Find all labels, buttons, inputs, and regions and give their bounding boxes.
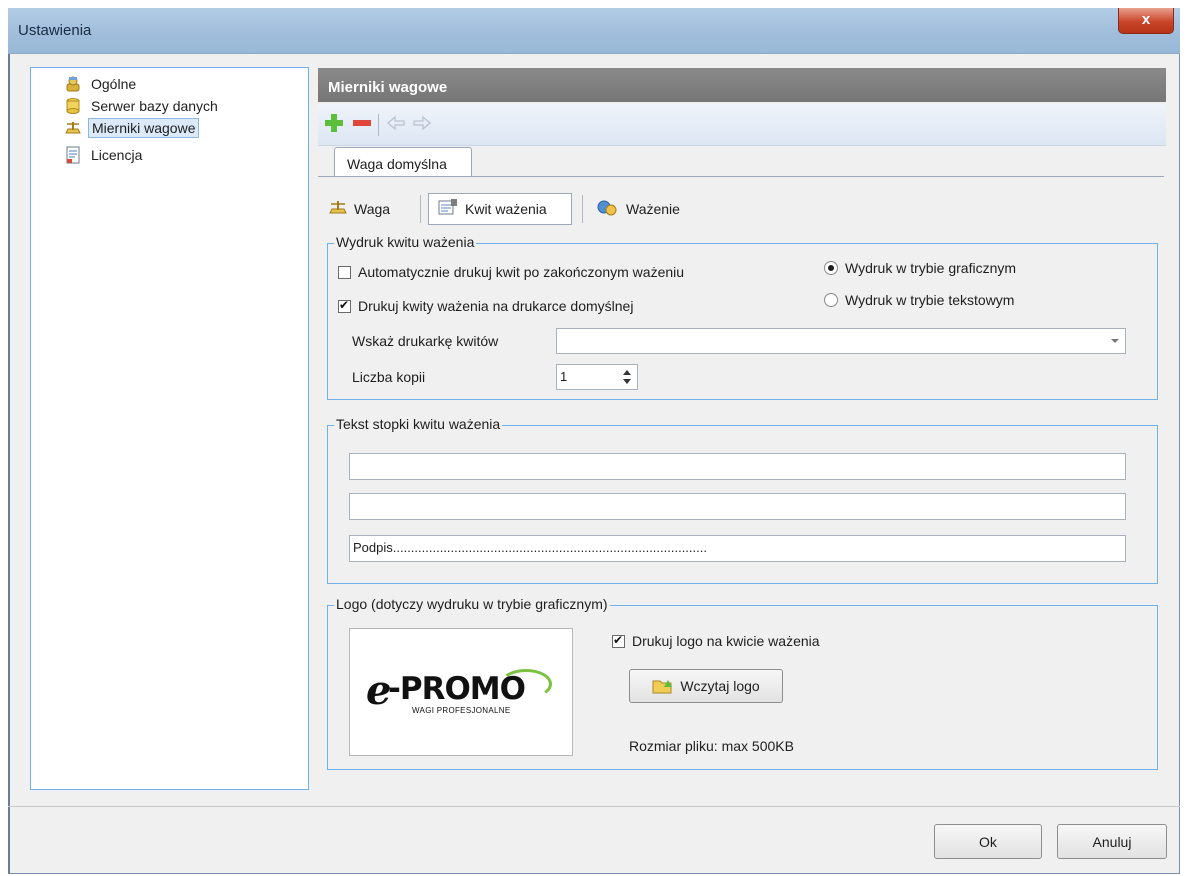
database-icon <box>64 97 82 115</box>
checkbox-label: Drukuj kwity ważenia na drukarce domyśln… <box>358 298 634 314</box>
subtab-weighing[interactable]: Ważenie <box>596 193 706 225</box>
button-label: Wczytaj logo <box>680 678 760 694</box>
subtab-scale[interactable]: Waga <box>326 193 412 225</box>
spinner-icon[interactable] <box>621 368 633 386</box>
settings-tree <box>30 67 309 790</box>
group-legend: Wydruk kwitu ważenia <box>334 234 477 250</box>
checkbox-label: Automatycznie drukuj kwit po zakończonym… <box>358 264 685 280</box>
print-logo-checkbox[interactable]: Drukuj logo na kwicie ważenia <box>612 633 820 649</box>
tree-item-label: Serwer bazy danych <box>91 98 218 114</box>
brand-swoosh-icon <box>500 669 552 699</box>
tree-item-general[interactable]: Ogólne <box>64 74 139 94</box>
section-header: Mierniki wagowe <box>318 68 1166 102</box>
scale-icon <box>64 119 82 137</box>
arrow-left-icon[interactable] <box>384 112 408 136</box>
toolbar-separator <box>378 114 379 136</box>
subtab-label: Kwit ważenia <box>465 201 547 217</box>
window-border <box>8 54 10 874</box>
printer-select[interactable] <box>556 328 1126 354</box>
tab-default-scale[interactable]: Waga domyślna <box>334 147 472 177</box>
checkbox-box[interactable] <box>612 633 625 648</box>
checkbox-box[interactable] <box>338 298 351 313</box>
group-legend: Tekst stopki kwitu ważenia <box>334 416 503 432</box>
toolbar <box>318 104 1166 146</box>
tree-item-scale-meters[interactable]: Mierniki wagowe <box>64 118 200 138</box>
weighing-icon <box>596 198 618 221</box>
footer-line-1-input[interactable] <box>349 453 1126 480</box>
checkbox-label: Drukuj logo na kwicie ważenia <box>632 633 820 649</box>
brand-logo: e -PROMO WAGI PROFESJONALNE <box>366 667 556 719</box>
brand-tagline: WAGI PROFESJONALNE <box>412 706 511 715</box>
default-printer-checkbox[interactable]: Drukuj kwity ważenia na drukarce domyśln… <box>338 298 633 314</box>
footer-line-2-input[interactable] <box>349 493 1126 520</box>
subtab-label: Waga <box>354 201 391 217</box>
chevron-down-icon <box>1111 339 1119 343</box>
close-icon: x <box>1141 11 1151 28</box>
load-logo-button[interactable]: Wczytaj logo <box>629 669 783 703</box>
radio-button[interactable] <box>824 293 838 307</box>
tree-item-label: Mierniki wagowe <box>88 118 200 138</box>
radio-label: Wydruk w trybie graficznym <box>845 260 1017 276</box>
tree-item-label: Ogólne <box>91 76 137 92</box>
auto-print-checkbox[interactable]: Automatycznie drukuj kwit po zakończonym… <box>338 264 684 280</box>
tab-label: Waga domyślna <box>347 156 447 172</box>
window-title: Ustawienia <box>18 22 92 39</box>
title-bar: Ustawienia <box>8 8 1180 54</box>
close-button[interactable]: x <box>1118 8 1174 34</box>
subtab-separator <box>420 195 421 223</box>
footer-line-3-input[interactable]: Podpis..................................… <box>349 535 1126 562</box>
text-mode-radio[interactable]: Wydruk w trybie tekstowym <box>824 292 1014 308</box>
radio-button[interactable] <box>824 261 838 275</box>
group-legend: Logo (dotyczy wydruku w trybie graficzny… <box>334 596 610 612</box>
radio-label: Wydruk w trybie tekstowym <box>845 292 1015 308</box>
graphic-mode-radio[interactable]: Wydruk w trybie graficznym <box>824 260 1016 276</box>
subtab-separator <box>582 195 583 223</box>
license-icon <box>64 146 82 164</box>
receipt-icon <box>437 198 459 221</box>
tree-item-label: Licencja <box>91 147 143 163</box>
subtab-receipt[interactable]: Kwit ważenia <box>428 193 572 225</box>
subtab-label: Ważenie <box>626 201 680 217</box>
copies-value: 1 <box>560 369 568 384</box>
arrow-right-icon[interactable] <box>410 112 434 136</box>
printer-label: Wskaż drukarkę kwitów <box>352 333 499 349</box>
folder-icon <box>652 676 674 696</box>
ok-button[interactable]: Ok <box>934 824 1042 859</box>
remove-icon[interactable] <box>350 112 374 136</box>
cancel-button[interactable]: Anuluj <box>1057 824 1167 859</box>
checkbox-box[interactable] <box>338 265 351 279</box>
tab-strip-line <box>318 176 1164 177</box>
add-icon[interactable] <box>322 112 346 136</box>
copies-stepper[interactable]: 1 <box>556 364 638 390</box>
tree-item-license[interactable]: Licencja <box>64 145 145 165</box>
file-size-note: Rozmiar pliku: max 500KB <box>629 738 794 754</box>
copies-label: Liczba kopii <box>352 369 426 385</box>
scale-icon <box>328 198 348 221</box>
logo-preview: e -PROMO WAGI PROFESJONALNE <box>349 628 573 756</box>
general-icon <box>64 75 82 93</box>
tree-item-database-server[interactable]: Serwer bazy danych <box>64 96 221 116</box>
footer-separator <box>8 806 1180 807</box>
